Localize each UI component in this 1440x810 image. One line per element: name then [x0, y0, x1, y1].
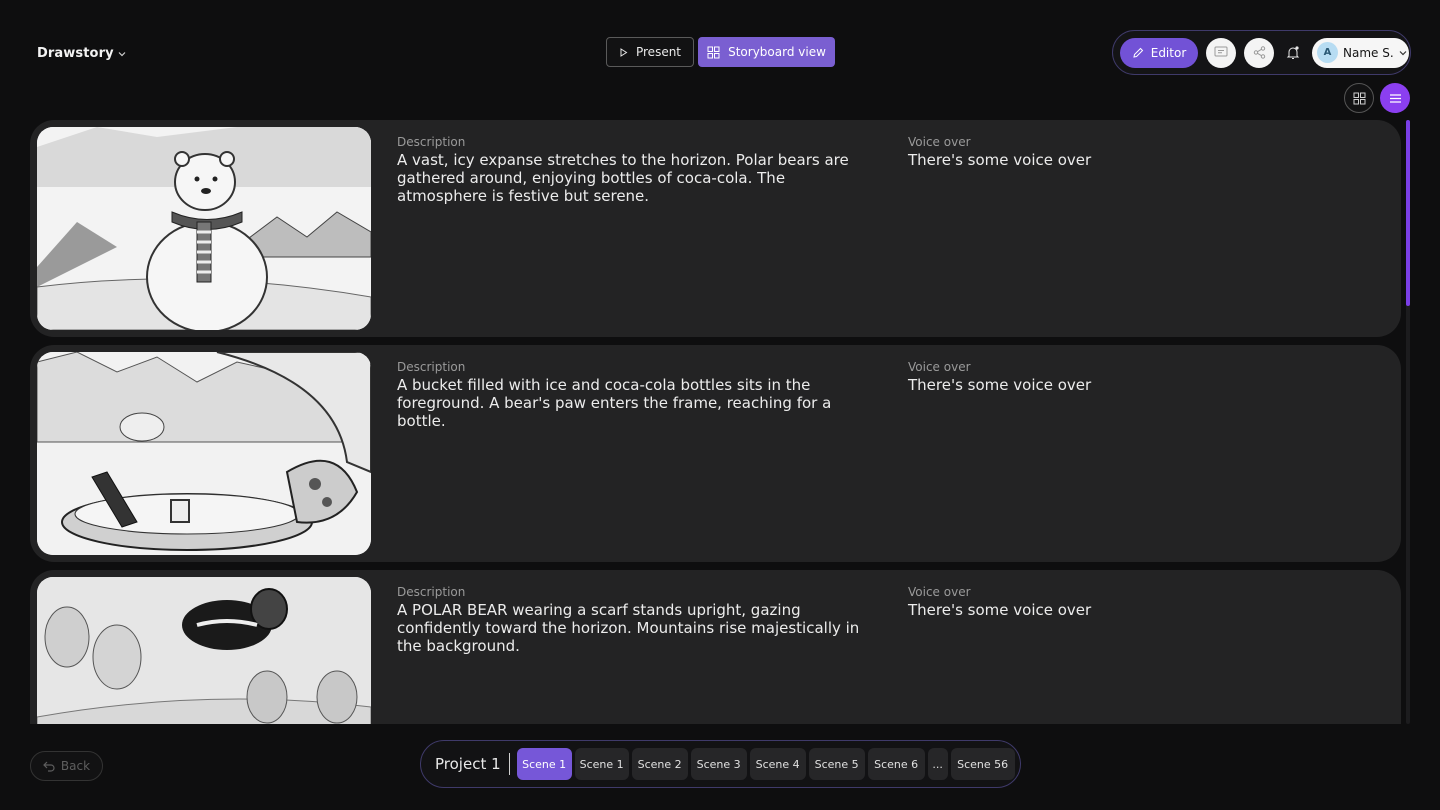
editor-label: Editor [1150, 45, 1187, 60]
app-name: Drawstory [37, 46, 114, 61]
scene-card[interactable]: Description A vast, icy expanse stretche… [30, 120, 1401, 337]
scene-voiceover[interactable]: Voice over There's some voice over [908, 360, 1308, 394]
user-name: Name S. [1343, 45, 1394, 60]
scene-thumbnail[interactable] [37, 577, 371, 724]
list-icon [1389, 93, 1401, 103]
grid-icon [1353, 92, 1365, 104]
scene-description[interactable]: Description A vast, icy expanse stretche… [397, 135, 877, 205]
view-mode-toolbar: Present Storyboard view [606, 37, 835, 67]
scene-navigator: Project 1 Scene 1 Scene 1 Scene 2 Scene 3 Sc… [420, 740, 1021, 788]
scene-tab[interactable]: Scene 4 [749, 748, 806, 780]
scene-tab[interactable]: Scene 5 [808, 748, 865, 780]
voiceover-label: Voice over [908, 135, 971, 149]
editor-button[interactable]: Editor [1120, 37, 1198, 68]
chevron-down-icon [1399, 50, 1407, 55]
scene-tab[interactable]: Scene 6 [867, 748, 925, 780]
storyboard-page: Drawstory Present Storyboard view Editor [0, 0, 1440, 810]
scene-card[interactable]: Description A POLAR BEAR wearing a scarf… [30, 570, 1401, 724]
scene-card[interactable]: Description A bucket filled with ice and… [30, 345, 1401, 562]
scene-description[interactable]: Description A bucket filled with ice and… [397, 360, 877, 430]
scene-tab-overflow[interactable]: ... [927, 748, 948, 780]
user-menu[interactable]: A Name S. [1312, 37, 1409, 68]
description-text: A vast, icy expanse stretches to the hor… [397, 151, 849, 205]
scene-thumbnail[interactable] [37, 352, 371, 555]
description-text: A bucket filled with ice and coca-cola b… [397, 376, 832, 430]
scene-tab[interactable]: Scene 1 [516, 748, 572, 780]
description-label: Description [397, 585, 466, 599]
description-label: Description [397, 135, 466, 149]
voiceover-label: Voice over [908, 360, 971, 374]
pencil-icon [1133, 47, 1143, 58]
notifications-button[interactable] [1282, 38, 1304, 68]
voiceover-text: There's some voice over [908, 376, 1092, 394]
divider [508, 753, 510, 775]
app-logo-menu[interactable]: Drawstory [37, 46, 126, 61]
undo-arrow-icon [43, 761, 55, 772]
storyboard-view-button[interactable]: Storyboard view [698, 37, 835, 67]
scene-tab[interactable]: Scene 3 [690, 748, 747, 780]
chevron-down-icon [118, 51, 126, 56]
back-label: Back [60, 759, 91, 773]
grid-icon [707, 46, 720, 58]
share-button[interactable] [1244, 37, 1274, 68]
play-icon [620, 47, 628, 57]
project-name[interactable]: Project 1 [435, 755, 509, 773]
user-toolbar: Editor A Name S. [1112, 30, 1411, 75]
scene-description[interactable]: Description A POLAR BEAR wearing a scarf… [397, 585, 877, 655]
ice-bucket-sketch [37, 352, 371, 555]
scene-voiceover[interactable]: Voice over There's some voice over [908, 585, 1308, 619]
scene-tab[interactable]: Scene 1 [574, 748, 629, 780]
polar-bear-sketch [37, 127, 371, 330]
dancing-bears-sketch [37, 577, 371, 724]
bell-icon [1286, 45, 1300, 59]
share-icon [1253, 46, 1265, 59]
scrollbar-thumb[interactable] [1406, 120, 1410, 306]
comment-icon [1214, 46, 1228, 57]
description-text: A POLAR BEAR wearing a scarf stands upri… [397, 601, 860, 655]
voiceover-text: There's some voice over [908, 601, 1092, 619]
scene-tabs: Scene 1 Scene 1 Scene 2 Scene 3 Scene 4 Scene… [516, 748, 1018, 780]
description-label: Description [397, 360, 466, 374]
comments-button[interactable] [1206, 37, 1236, 68]
back-button[interactable]: Back [30, 751, 103, 781]
scene-list: Description A vast, icy expanse stretche… [30, 120, 1401, 724]
voiceover-label: Voice over [908, 585, 971, 599]
list-view-toggle[interactable] [1380, 83, 1410, 113]
avatar: A [1317, 42, 1338, 63]
scene-thumbnail[interactable] [37, 127, 371, 330]
present-button[interactable]: Present [606, 37, 694, 67]
scene-voiceover[interactable]: Voice over There's some voice over [908, 135, 1308, 169]
grid-view-toggle[interactable] [1344, 83, 1374, 113]
scene-tab[interactable]: Scene 56 [950, 748, 1015, 780]
present-label: Present [635, 45, 682, 59]
voiceover-text: There's some voice over [908, 151, 1092, 169]
storyboard-view-label: Storyboard view [728, 45, 826, 59]
scene-tab[interactable]: Scene 2 [631, 748, 688, 780]
